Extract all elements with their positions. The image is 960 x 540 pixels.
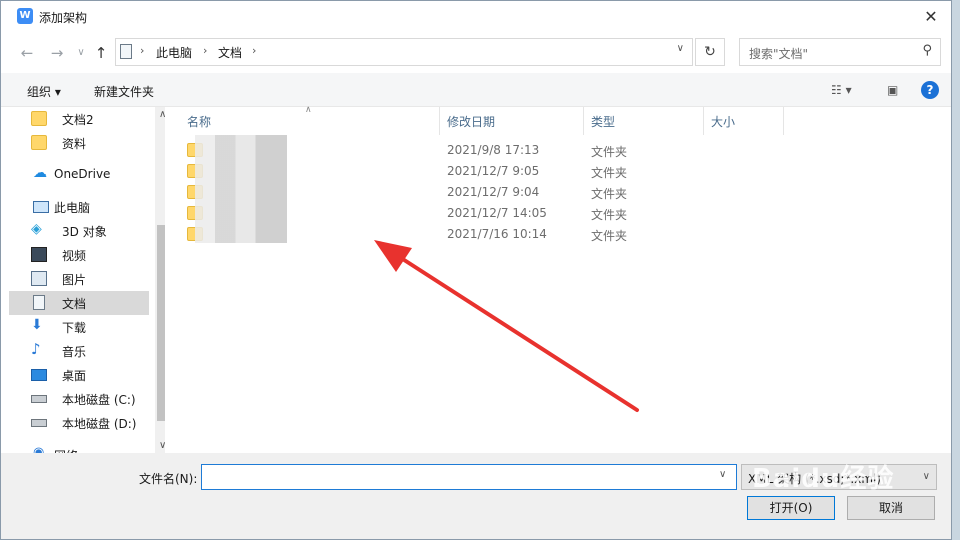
address-bar[interactable]: › 此电脑 › 文档 › ∨ [115,38,693,66]
row-type: 文件夹 [591,145,628,159]
column-header-size[interactable]: 大小 [711,113,735,135]
up-arrow-icon[interactable]: ↑ [91,43,111,63]
close-button[interactable]: ✕ [919,5,943,29]
address-history-chevron-icon[interactable]: ∨ [677,43,684,54]
nav-item-documents[interactable]: 文档 [9,291,149,315]
nav-pane-scrollbar[interactable]: ∧ ∨ [155,107,165,453]
nav-item-downloads[interactable]: ⬇ 下载 [9,315,149,339]
search-box[interactable]: 搜索"文档" ⚲ [739,38,941,66]
drive-icon [31,419,47,427]
nav-item-docs2[interactable]: 文档2 [9,107,149,131]
blurred-file-names [195,135,287,243]
row-date: 2021/12/7 14:05 [447,206,547,220]
network-icon: ◉ [33,445,45,453]
refresh-button[interactable]: ↻ [695,38,725,66]
title-bar: W 添加架构 ✕ [1,1,951,33]
breadcrumb-separator-icon: › [140,44,145,57]
nav-item-desktop[interactable]: 桌面 [9,363,149,387]
video-icon [31,247,47,262]
row-type: 文件夹 [591,187,628,201]
nav-item-label: 桌面 [62,369,87,383]
row-date: 2021/12/7 9:05 [447,164,540,178]
nav-item-label: 资料 [62,137,87,151]
watermark: Baidu经验 [752,464,895,494]
cloud-icon: ☁ [33,165,47,181]
breadcrumb-this-pc[interactable]: 此电脑 [156,44,192,61]
download-icon: ⬇ [31,317,43,333]
nav-item-materials[interactable]: 资料 [9,131,149,155]
wps-app-icon: W [17,8,33,24]
cancel-button[interactable]: 取消 [847,496,935,520]
nav-item-label: OneDrive [54,167,111,181]
back-arrow-icon[interactable]: ← [17,43,37,63]
recent-locations-chevron-icon[interactable]: ∨ [71,43,91,63]
column-divider[interactable] [583,107,584,135]
column-divider[interactable] [703,107,704,135]
document-location-icon [120,44,132,59]
search-icon: ⚲ [922,43,932,58]
navigation-pane: 文档2 资料 ☁ OneDrive 此电脑 ◈ 3D 对象 视频 图片 文档 ⬇… [9,107,165,453]
row-date: 2021/7/16 10:14 [447,227,547,241]
column-divider[interactable] [783,107,784,135]
new-folder-button[interactable]: 新建文件夹 [94,83,154,100]
drive-icon [31,395,47,403]
column-header-type[interactable]: 类型 [591,113,615,135]
folder-icon [31,111,47,126]
search-input[interactable]: 搜索"文档" [749,45,808,62]
nav-item-label: 此电脑 [54,201,91,215]
music-icon: ♪ [31,340,41,358]
filename-history-chevron-icon[interactable]: ∨ [719,469,726,480]
row-type: 文件夹 [591,208,628,222]
view-options-icon[interactable]: ☷ ▾ [831,83,852,97]
chevron-down-icon: ∨ [922,471,930,482]
breadcrumb-separator-icon: › [203,44,208,57]
row-type: 文件夹 [591,166,628,180]
breadcrumb-documents[interactable]: 文档 [218,44,242,61]
forward-arrow-icon[interactable]: → [47,43,67,63]
column-header-date[interactable]: 修改日期 [447,113,495,135]
nav-item-label: 3D 对象 [62,225,107,239]
nav-item-onedrive[interactable]: ☁ OneDrive [9,163,149,187]
column-divider[interactable] [439,107,440,135]
nav-item-label: 文档2 [62,113,94,127]
row-date: 2021/12/7 9:04 [447,185,540,199]
nav-item-music[interactable]: ♪ 音乐 [9,339,149,363]
nav-item-videos[interactable]: 视频 [9,243,149,267]
nav-item-label: 本地磁盘 (D:) [62,417,137,431]
row-type: 文件夹 [591,229,628,243]
preview-pane-icon[interactable]: ▣ [887,83,898,97]
open-button[interactable]: 打开(O) [747,496,835,520]
organize-menu-button[interactable]: 组织 ▾ [27,83,61,100]
folder-icon [31,135,47,150]
document-icon [33,295,45,310]
nav-item-drive-d[interactable]: 本地磁盘 (D:) [9,411,149,435]
nav-item-label: 图片 [62,273,87,287]
picture-icon [31,271,47,286]
computer-icon [33,201,49,213]
help-icon[interactable]: ? [921,81,939,99]
nav-item-label: 下载 [62,321,87,335]
nav-item-label: 音乐 [62,345,87,359]
breadcrumb-separator-icon: › [252,44,257,57]
cube-icon: ◈ [31,221,42,237]
row-date: 2021/9/8 17:13 [447,143,540,157]
sort-ascending-icon: ∧ [305,105,312,115]
column-header-name[interactable]: 名称 [187,113,211,135]
nav-item-drive-c[interactable]: 本地磁盘 (C:) [9,387,149,411]
nav-item-this-pc[interactable]: 此电脑 [9,195,149,219]
filename-label: 文件名(N): [139,472,198,486]
window-title: 添加架构 [39,11,88,25]
command-bar: 组织 ▾ 新建文件夹 ☷ ▾ ▣ ? [1,73,951,107]
nav-item-pictures[interactable]: 图片 [9,267,149,291]
nav-item-label: 文档 [62,297,87,311]
nav-item-network[interactable]: ◉ 网络 [9,443,149,453]
nav-item-label: 视频 [62,249,87,263]
file-list: 名称 ∧ 修改日期 类型 大小 2021/9/8 17:13 文件夹 2021/… [165,105,951,453]
scrollbar-thumb[interactable] [157,225,165,421]
nav-item-3d-objects[interactable]: ◈ 3D 对象 [9,219,149,243]
nav-item-label: 本地磁盘 (C:) [62,393,136,407]
filename-input[interactable] [201,464,737,490]
desktop-icon [31,369,47,381]
